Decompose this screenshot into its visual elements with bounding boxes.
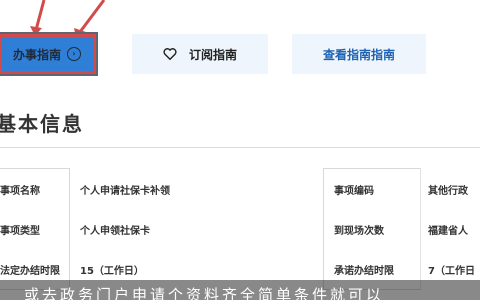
row-label: 事项类型 [0, 226, 40, 237]
tab-subscribe-label: 订阅指南 [188, 47, 237, 62]
tab-guide[interactable]: 办事指南 › [0, 32, 98, 76]
row-value: 福建省人 [428, 226, 468, 237]
chevron-right-icon: › [67, 47, 81, 61]
row-label: 法定办结时限 [0, 266, 60, 277]
row-label: 事项名称 [0, 186, 40, 197]
section-divider [0, 147, 480, 148]
row-value: 7（工作日 [428, 266, 475, 277]
row-value: 其他行政 [428, 186, 468, 197]
row-value: 15（工作日） [80, 266, 144, 277]
video-caption: 或去政务门户申请个资料齐全简单条件就可以 [0, 280, 480, 300]
tab-query[interactable]: 查看指南指南 [292, 34, 426, 74]
row-label: 到现场次数 [334, 226, 384, 237]
tab-subscribe[interactable]: 订阅指南 [132, 34, 268, 74]
column-divider [420, 168, 421, 290]
heart-icon [163, 48, 177, 61]
tab-query-label: 查看指南指南 [322, 47, 395, 62]
section-title: 基本信息 [0, 112, 84, 136]
row-value: 个人申请社保卡补领 [80, 186, 170, 197]
guide-page: 办事指南 › 订阅指南 查看指南指南 基本信息 事项名称 个人申请社保卡补领 事… [0, 0, 480, 300]
row-value: 个人申领社保卡 [80, 226, 150, 237]
row-label: 承诺办结时限 [334, 266, 394, 277]
tab-guide-label: 办事指南 [12, 47, 61, 62]
row-label: 事项编码 [334, 186, 374, 197]
